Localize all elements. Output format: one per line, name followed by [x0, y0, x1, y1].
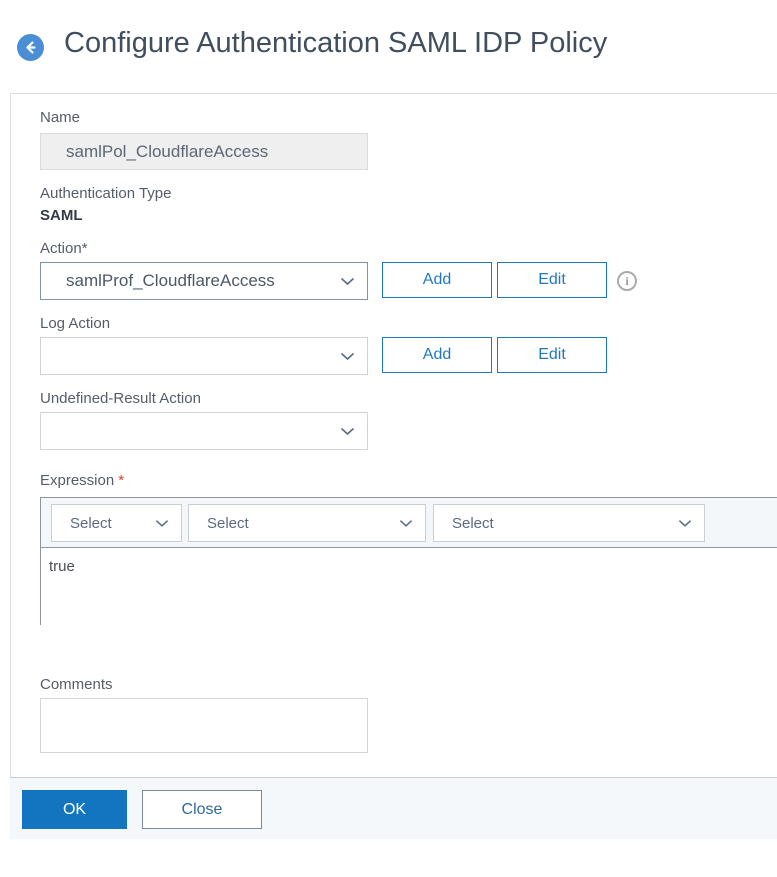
panel-left-border — [10, 93, 11, 839]
comments-field[interactable] — [40, 698, 368, 753]
chevron-down-icon — [340, 427, 355, 436]
log-action-select[interactable] — [40, 337, 368, 375]
expression-select-2[interactable]: Select — [188, 504, 426, 542]
action-select-value: samlProf_CloudflareAccess — [41, 271, 340, 291]
expression-label: Expression* — [40, 472, 124, 489]
undefined-result-action-label: Undefined-Result Action — [40, 390, 201, 407]
action-label: Action* — [40, 240, 88, 257]
expression-select-3-value: Select — [434, 515, 494, 532]
ok-button[interactable]: OK — [22, 790, 127, 829]
auth-type-value: SAML — [40, 207, 83, 224]
back-button[interactable] — [17, 34, 44, 61]
page-title: Configure Authentication SAML IDP Policy — [64, 27, 607, 60]
log-action-label: Log Action — [40, 315, 110, 332]
chevron-down-icon — [399, 519, 413, 528]
expression-select-3[interactable]: Select — [433, 504, 705, 542]
name-label: Name — [40, 109, 80, 126]
required-asterisk: * — [118, 472, 124, 489]
action-select[interactable]: samlProf_CloudflareAccess — [40, 262, 368, 300]
expression-builder: Select Select Select true — [40, 497, 777, 625]
chevron-down-icon — [155, 519, 169, 528]
comments-label: Comments — [40, 676, 113, 693]
action-add-button[interactable]: Add — [382, 262, 492, 298]
expression-toolbar: Select Select Select — [41, 498, 777, 548]
undefined-result-action-select[interactable] — [40, 412, 368, 450]
chevron-down-icon — [340, 352, 355, 361]
close-button[interactable]: Close — [142, 790, 262, 829]
panel-top-border — [10, 93, 777, 94]
expression-select-1[interactable]: Select — [51, 504, 182, 542]
arrow-left-icon — [23, 40, 38, 55]
expression-select-2-value: Select — [189, 515, 249, 532]
footer-bar: OK Close — [10, 777, 777, 839]
action-edit-button[interactable]: Edit — [497, 262, 607, 298]
chevron-down-icon — [340, 277, 355, 286]
name-field[interactable] — [40, 133, 368, 170]
chevron-down-icon — [678, 519, 692, 528]
expression-select-1-value: Select — [52, 515, 112, 532]
info-icon[interactable]: i — [617, 271, 637, 291]
expression-editor[interactable]: true — [41, 548, 777, 625]
log-action-edit-button[interactable]: Edit — [497, 337, 607, 373]
auth-type-label: Authentication Type — [40, 185, 171, 202]
log-action-add-button[interactable]: Add — [382, 337, 492, 373]
